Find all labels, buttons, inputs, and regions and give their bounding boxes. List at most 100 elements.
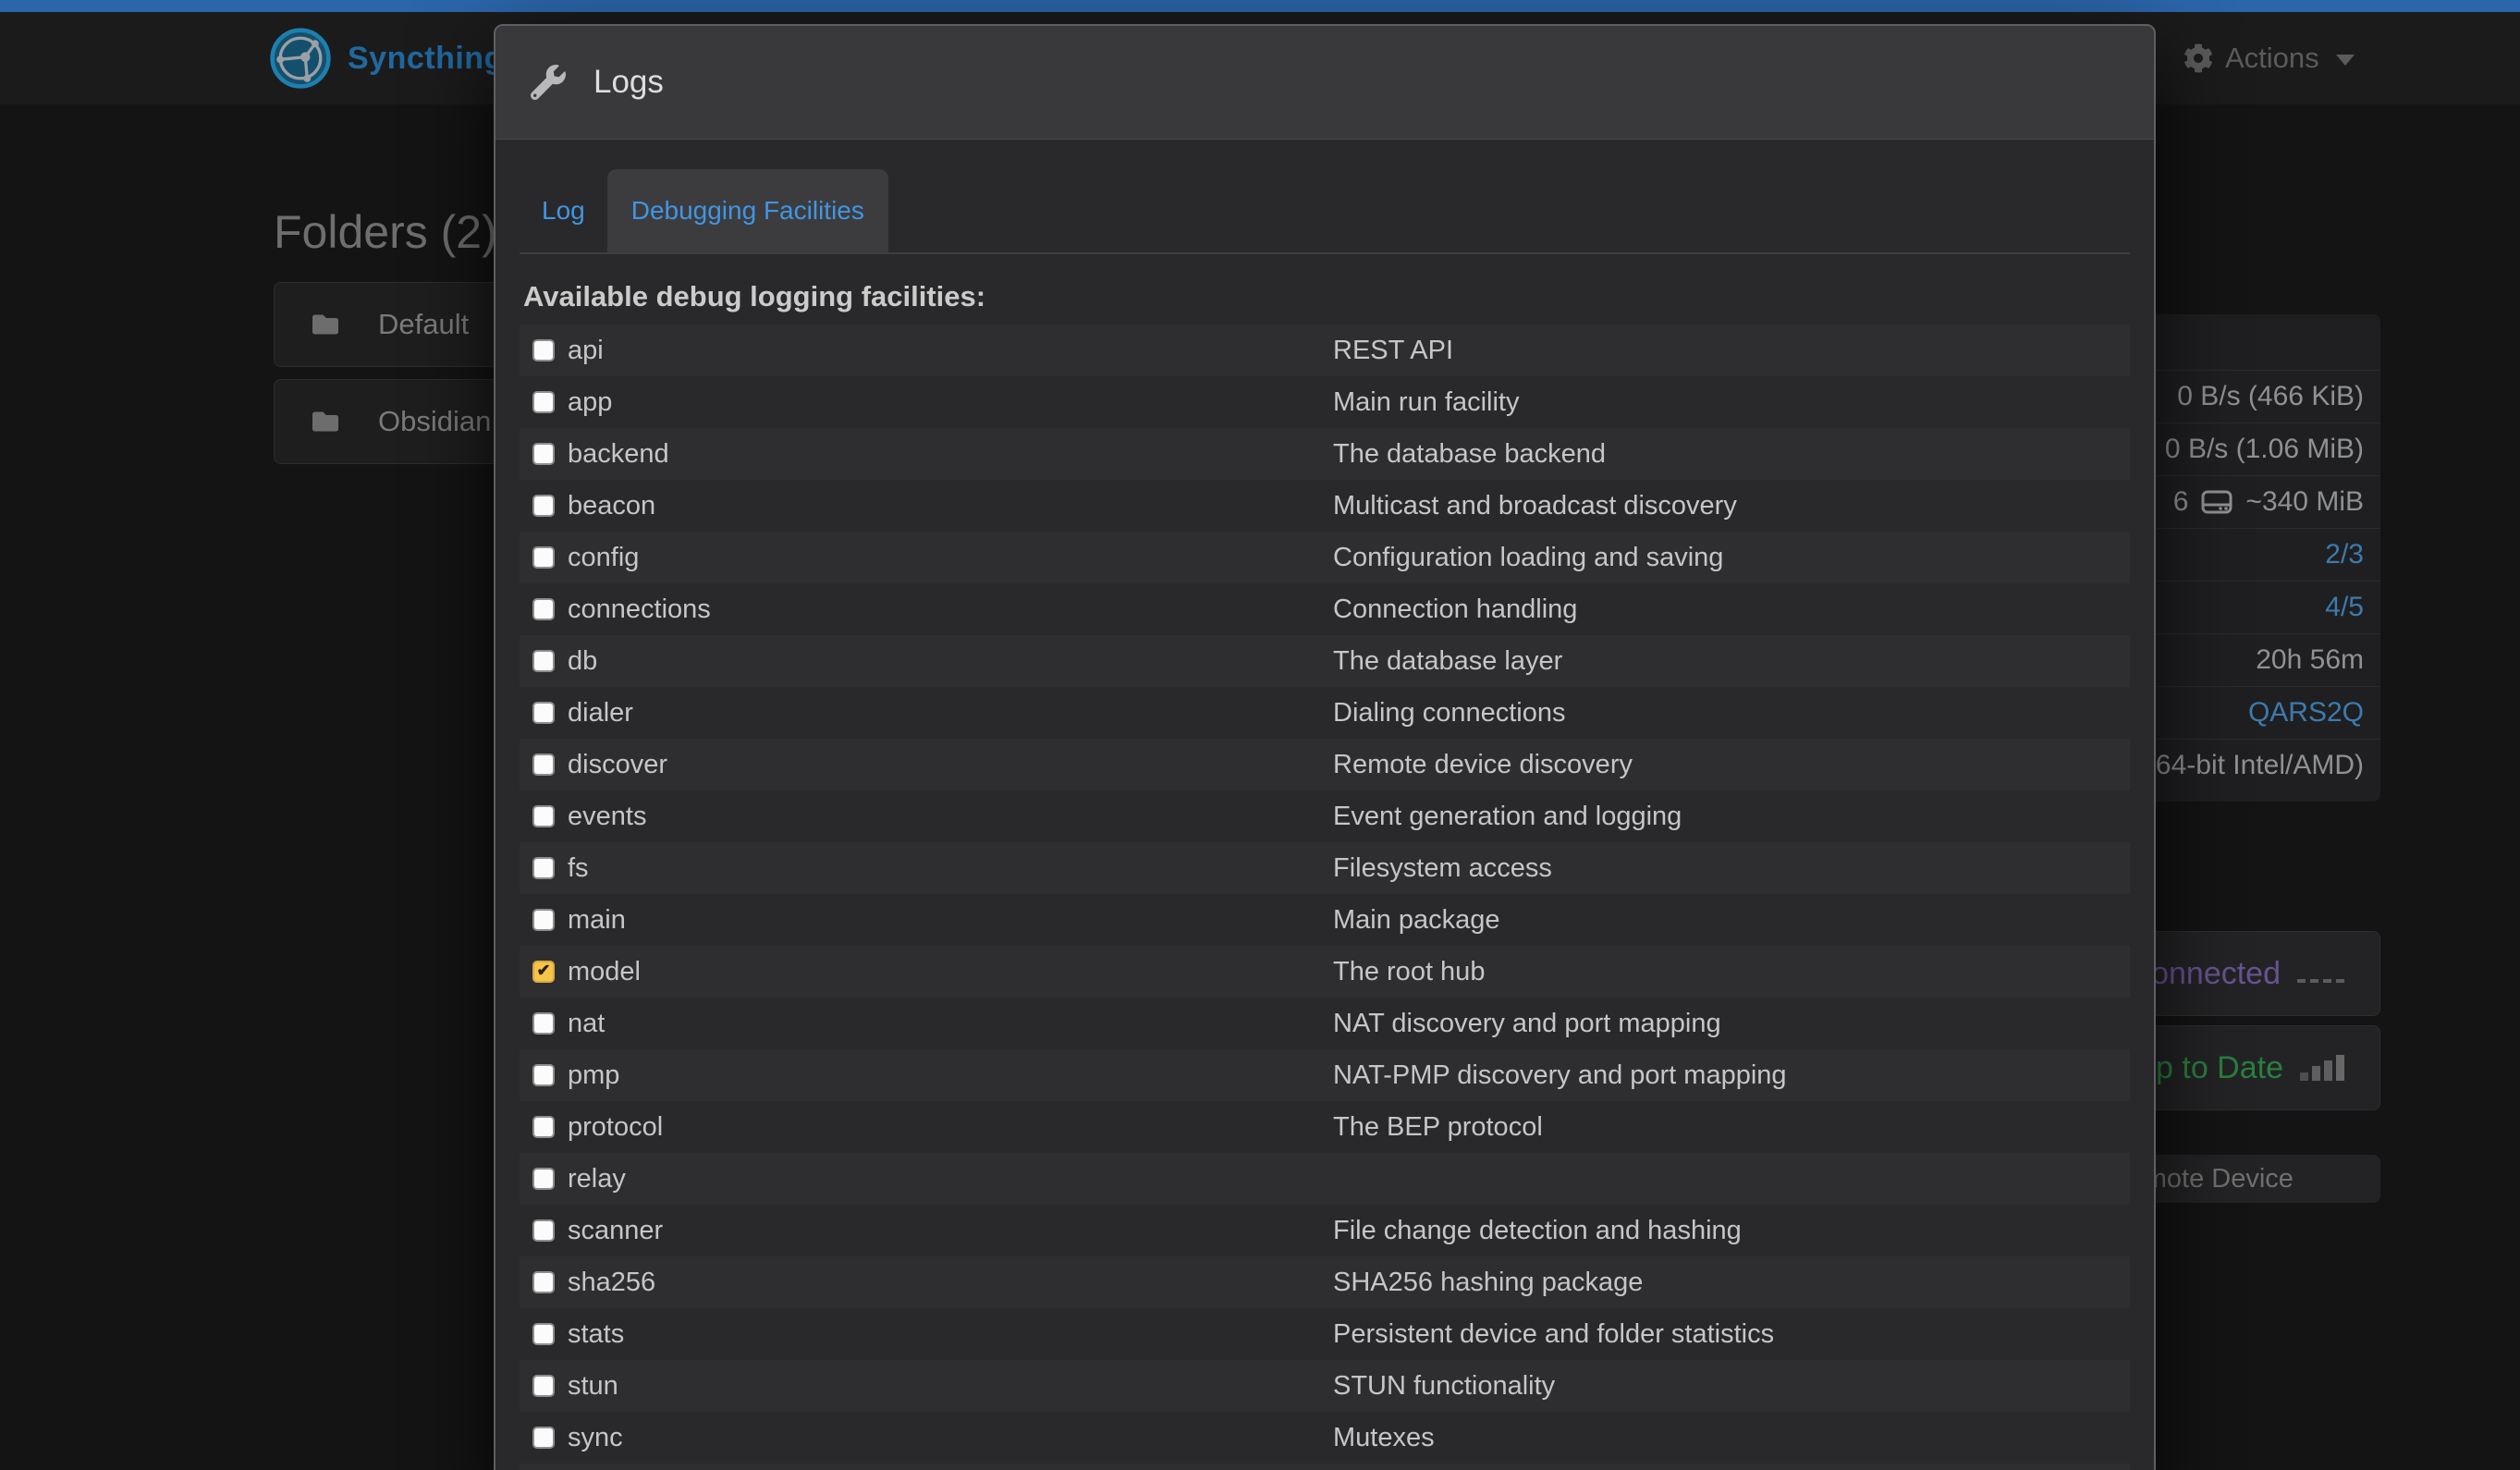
stat-link[interactable]: 2/3 (2325, 539, 2364, 570)
facility-checkbox[interactable] (532, 598, 555, 620)
facility-description: Configuration loading and saving (1333, 543, 1723, 573)
stat-value: 0 B/s (1.06 MiB) (2165, 434, 2364, 465)
facility-checkbox[interactable] (532, 1427, 555, 1449)
facility-row: fs Filesystem access (520, 842, 2130, 894)
facility-checkbox[interactable] (532, 1271, 555, 1293)
facility-name: protocol (568, 1112, 663, 1143)
facility-row: pmp NAT-PMP discovery and port mapping (520, 1049, 2130, 1101)
facility-description: SHA256 hashing package (1333, 1268, 1643, 1298)
facility-description: REST API (1333, 336, 1453, 366)
stat-value: ~340 MiB (2245, 486, 2364, 518)
stat-value: 20h 56m (2256, 644, 2364, 676)
facility-checkbox[interactable] (532, 702, 555, 724)
logs-modal-header: Logs (495, 26, 2154, 140)
facilities-heading: Available debug logging facilities: (523, 280, 2130, 313)
facility-checkbox[interactable] (532, 1116, 555, 1138)
folders-heading: Folders (2) (274, 205, 497, 259)
facility-checkbox[interactable] (532, 1064, 555, 1086)
facility-name: db (568, 646, 597, 677)
facility-description: Persistent device and folder statistics (1333, 1319, 1774, 1350)
facility-name: stun (568, 1371, 618, 1402)
facility-checkbox[interactable] (532, 1375, 555, 1397)
facility-row: scanner File change detection and hashin… (520, 1205, 2130, 1256)
facility-name: events (568, 802, 646, 832)
facility-row: backend The database backend (520, 428, 2130, 480)
facility-row: events Event generation and logging (520, 790, 2130, 842)
logs-tabs: Log Debugging Facilities (520, 158, 2130, 254)
facility-name: sync (568, 1423, 623, 1453)
facility-description: Multicast and broadcast discovery (1333, 491, 1737, 521)
facility-name: sha256 (568, 1268, 655, 1298)
facility-checkbox[interactable] (532, 443, 555, 465)
actions-label: Actions (2225, 42, 2319, 75)
facility-name: dialer (568, 698, 633, 729)
facility-checkbox[interactable] (532, 753, 555, 776)
facility-name: discover (568, 750, 667, 780)
facility-description: Dialing connections (1333, 698, 1565, 729)
facility-description: Main run facility (1333, 387, 1519, 418)
facility-checkbox[interactable] (532, 1323, 555, 1345)
facility-name: relay (568, 1164, 626, 1194)
facility-checkbox[interactable] (532, 1168, 555, 1190)
facility-description: The root hub (1333, 957, 1485, 987)
facility-name: config (568, 543, 639, 573)
facility-description: Main package (1333, 905, 1500, 936)
facility-row: stats Persistent device and folder stati… (520, 1308, 2130, 1360)
stat-link[interactable]: QARS2Q (2248, 697, 2364, 729)
facility-description: File change detection and hashing (1333, 1216, 1742, 1246)
facility-checkbox[interactable] (532, 909, 555, 931)
tab-debugging-facilities[interactable]: Debugging Facilities (607, 169, 888, 252)
facility-row: protocol The BEP protocol (520, 1101, 2130, 1153)
brand-name: Syncthing (348, 41, 504, 77)
actions-menu-button[interactable]: Actions (2184, 12, 2355, 104)
facility-row: app Main run facility (520, 376, 2130, 428)
facility-row: model The root hub (520, 946, 2130, 998)
facility-checkbox[interactable] (532, 495, 555, 517)
facility-description: Mutexes (1333, 1423, 1435, 1453)
facility-row: connections Connection handling (520, 583, 2130, 635)
facility-row: db The database layer (520, 635, 2130, 687)
facility-row: beacon Multicast and broadcast discovery (520, 480, 2130, 532)
facility-row: config Configuration loading and saving (520, 532, 2130, 583)
facility-row: api REST API (520, 325, 2130, 376)
facility-description: The database backend (1333, 439, 1606, 470)
brand-link[interactable]: Syncthing (270, 12, 504, 104)
syncthing-logo-icon (270, 28, 331, 89)
facility-checkbox[interactable] (532, 650, 555, 672)
signal-dashes-icon (2297, 979, 2344, 983)
facility-row: sync Mutexes (520, 1412, 2130, 1464)
facility-name: pmp (568, 1060, 619, 1091)
facility-checkbox[interactable] (532, 1219, 555, 1242)
facility-name: app (568, 387, 612, 418)
syncthing-app: Syncthing Actions Folders (2) Default Ob… (0, 0, 2520, 1470)
facility-description: The database layer (1333, 646, 1562, 677)
hdd-icon (2201, 490, 2233, 514)
facility-checkbox[interactable] (532, 546, 555, 569)
tab-log[interactable]: Log (520, 169, 607, 252)
facility-row: dialer Dialing connections (520, 687, 2130, 739)
facility-description: The BEP protocol (1333, 1112, 1543, 1143)
gear-icon (2184, 43, 2213, 73)
stat-link[interactable]: 4/5 (2325, 592, 2364, 623)
facility-row: relay (520, 1153, 2130, 1205)
facility-checkbox[interactable] (532, 857, 555, 879)
facility-checkbox[interactable] (532, 339, 555, 361)
facility-row: stun STUN functionality (520, 1360, 2130, 1412)
stat-value: (64-bit Intel/AMD) (2147, 750, 2364, 781)
chevron-down-icon (2336, 55, 2355, 66)
facility-checkbox[interactable] (532, 805, 555, 827)
facility-name: beacon (568, 491, 655, 521)
facility-checkbox[interactable] (532, 1012, 555, 1035)
facility-name: backend (568, 439, 669, 470)
facility-checkbox[interactable] (532, 391, 555, 413)
stat-value: 0 B/s (466 KiB) (2177, 381, 2364, 412)
facility-description: Event generation and logging (1333, 802, 1682, 832)
facility-list: api REST API app Main run facility backe… (520, 325, 2130, 1464)
folder-name: Default (378, 308, 469, 341)
facility-name: nat (568, 1009, 605, 1039)
folder-icon (310, 409, 341, 435)
facility-name: scanner (568, 1216, 663, 1246)
logs-modal-body: Log Debugging Facilities Available debug… (495, 158, 2154, 1470)
facility-checkbox[interactable] (532, 961, 555, 983)
facility-name: api (568, 336, 604, 366)
